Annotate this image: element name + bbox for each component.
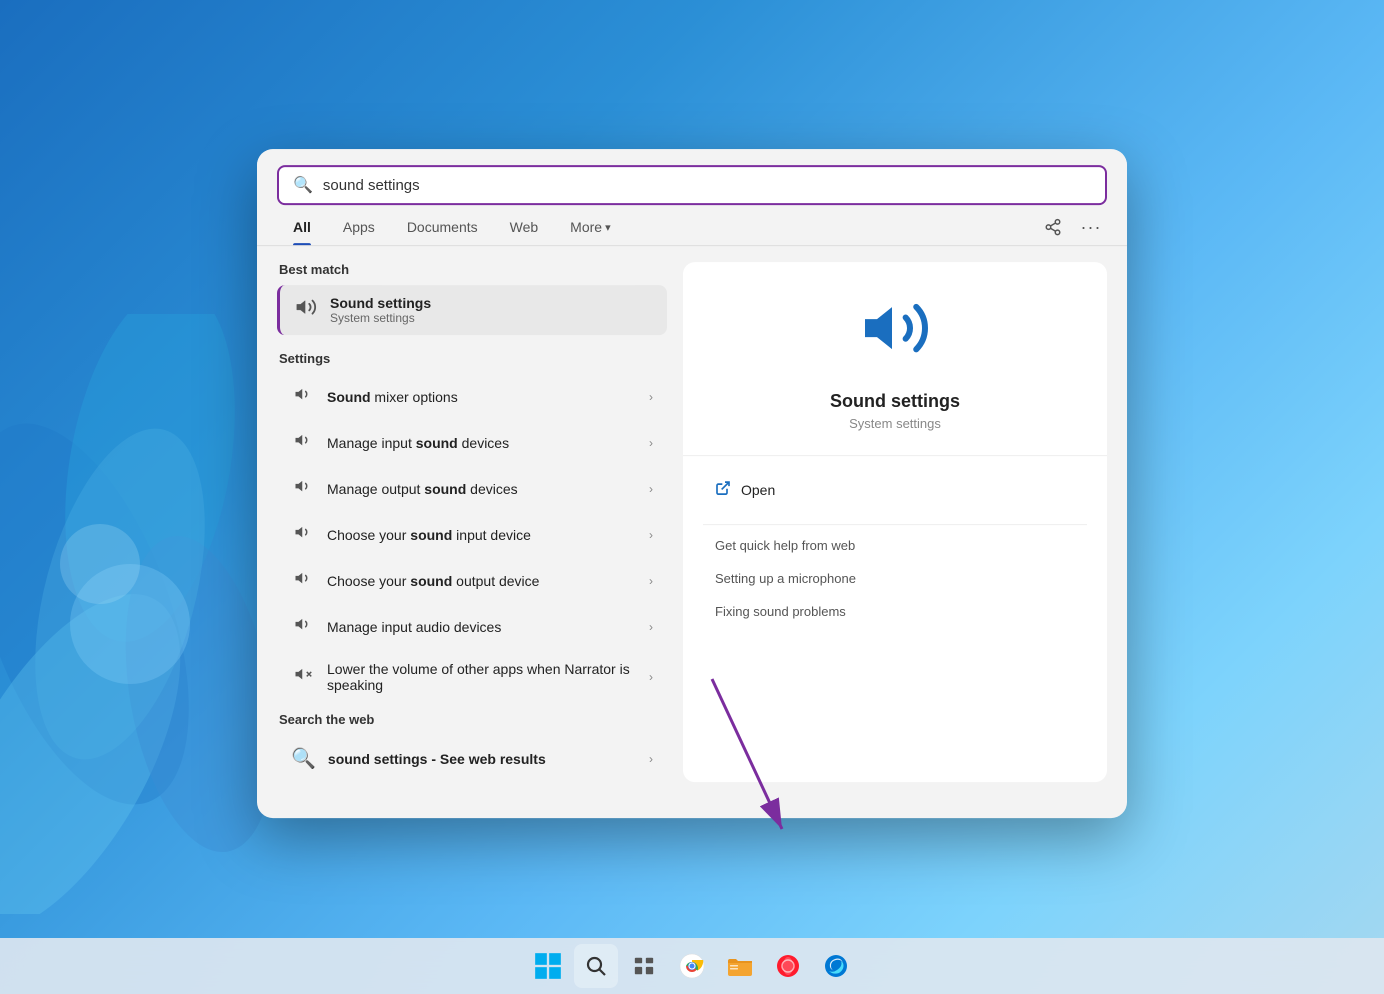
chevron-icon-6: › — [649, 620, 653, 634]
manage-input-label: Manage input sound devices — [327, 435, 509, 451]
chevron-icon-5: › — [649, 574, 653, 588]
chrome-button[interactable] — [670, 944, 714, 988]
tab-documents[interactable]: Documents — [391, 209, 494, 245]
opera-button[interactable] — [766, 944, 810, 988]
help-section: Get quick help from web Setting up a mic… — [683, 525, 1107, 638]
get-quick-help-label[interactable]: Get quick help from web — [703, 529, 1087, 562]
search-icon: 🔍 — [293, 175, 313, 195]
start-button[interactable] — [526, 944, 570, 988]
manage-audio-label: Manage input audio devices — [327, 619, 501, 635]
chevron-icon-2: › — [649, 436, 653, 450]
settings-item-lower-volume[interactable]: Lower the volume of other apps when Narr… — [277, 650, 667, 704]
lower-volume-icon — [291, 665, 315, 689]
task-view-icon — [633, 955, 655, 977]
right-panel-subtitle: System settings — [849, 416, 941, 431]
manage-output-icon — [291, 477, 315, 501]
web-search-text: sound settings - See web results — [328, 751, 546, 767]
chevron-icon-web: › — [649, 752, 653, 766]
tab-apps[interactable]: Apps — [327, 209, 391, 245]
settings-item-manage-audio[interactable]: Manage input audio devices › — [277, 604, 667, 650]
file-explorer-icon — [727, 954, 753, 978]
ellipsis-icon: ··· — [1081, 217, 1102, 238]
settings-item-sound-mixer[interactable]: Sound mixer options › — [277, 374, 667, 420]
open-label: Open — [741, 482, 775, 498]
main-content: Best match Sound settings System setting… — [257, 246, 1127, 798]
settings-item-choose-output[interactable]: Choose your sound output device › — [277, 558, 667, 604]
edge-button[interactable] — [814, 944, 858, 988]
tab-web[interactable]: Web — [494, 209, 555, 245]
settings-item-manage-input[interactable]: Manage input sound devices › — [277, 420, 667, 466]
opera-icon — [775, 953, 801, 979]
manage-audio-icon — [291, 615, 315, 639]
right-panel-header: Sound settings System settings — [683, 262, 1107, 456]
search-bar-row: 🔍 — [257, 149, 1127, 205]
share-icon — [1044, 218, 1062, 236]
open-action[interactable]: Open — [703, 470, 1087, 510]
tab-actions: ··· — [1037, 211, 1107, 243]
chevron-icon-4: › — [649, 528, 653, 542]
open-icon — [715, 480, 731, 500]
manage-output-label: Manage output sound devices — [327, 481, 518, 497]
sound-settings-large-icon — [859, 292, 931, 377]
search-taskbar-button[interactable] — [574, 944, 618, 988]
setting-up-microphone-link[interactable]: Setting up a microphone — [703, 562, 1087, 595]
best-match-text: Sound settings System settings — [330, 295, 431, 325]
best-match-label: Best match — [277, 262, 667, 277]
right-panel: Sound settings System settings Open — [683, 262, 1107, 782]
right-panel-title: Sound settings — [830, 391, 960, 412]
chevron-icon-3: › — [649, 482, 653, 496]
tab-more[interactable]: More ▾ — [554, 209, 626, 245]
best-match-subtitle: System settings — [330, 311, 431, 325]
edge-icon — [823, 953, 849, 979]
left-panel: Best match Sound settings System setting… — [277, 262, 667, 782]
choose-output-icon — [291, 569, 315, 593]
chevron-icon-1: › — [649, 390, 653, 404]
chevron-icon-7: › — [649, 670, 653, 684]
choose-input-icon — [291, 523, 315, 547]
windows-logo-icon — [534, 952, 562, 980]
search-taskbar-icon — [584, 954, 608, 978]
choose-input-label: Choose your sound input device — [327, 527, 531, 543]
chrome-icon — [679, 953, 705, 979]
task-view-button[interactable] — [622, 944, 666, 988]
more-options-button[interactable]: ··· — [1075, 211, 1107, 243]
tab-all[interactable]: All — [277, 209, 327, 245]
settings-label: Settings — [277, 351, 667, 366]
best-match-item[interactable]: Sound settings System settings — [277, 285, 667, 335]
search-input[interactable] — [323, 177, 1091, 194]
settings-item-manage-output[interactable]: Manage output sound devices › — [277, 466, 667, 512]
web-search-item[interactable]: 🔍 sound settings - See web results › — [277, 735, 667, 782]
lower-volume-label: Lower the volume of other apps when Narr… — [327, 661, 637, 693]
file-explorer-button[interactable] — [718, 944, 762, 988]
search-popup: 🔍 All Apps Documents Web More ▾ ··· — [257, 149, 1127, 818]
settings-item-choose-input[interactable]: Choose your sound input device › — [277, 512, 667, 558]
sound-settings-icon — [294, 296, 318, 324]
choose-output-label: Choose your sound output device — [327, 573, 539, 589]
share-button[interactable] — [1037, 211, 1069, 243]
search-web-section: Search the web 🔍 sound settings - See we… — [277, 712, 667, 782]
sound-mixer-label: Sound mixer options — [327, 389, 458, 405]
fixing-sound-problems-link[interactable]: Fixing sound problems — [703, 595, 1087, 628]
tabs-row: All Apps Documents Web More ▾ ··· — [257, 209, 1127, 246]
settings-section: Settings Sound mixer options › — [277, 351, 667, 704]
best-match-title: Sound settings — [330, 295, 431, 311]
search-input-wrapper[interactable]: 🔍 — [277, 165, 1107, 205]
chevron-down-icon: ▾ — [605, 221, 611, 234]
manage-input-icon — [291, 431, 315, 455]
sound-mixer-icon — [291, 385, 315, 409]
taskbar — [0, 938, 1384, 994]
search-web-label: Search the web — [277, 712, 667, 727]
right-panel-actions: Open — [683, 456, 1107, 524]
web-search-icon: 🔍 — [291, 746, 316, 771]
